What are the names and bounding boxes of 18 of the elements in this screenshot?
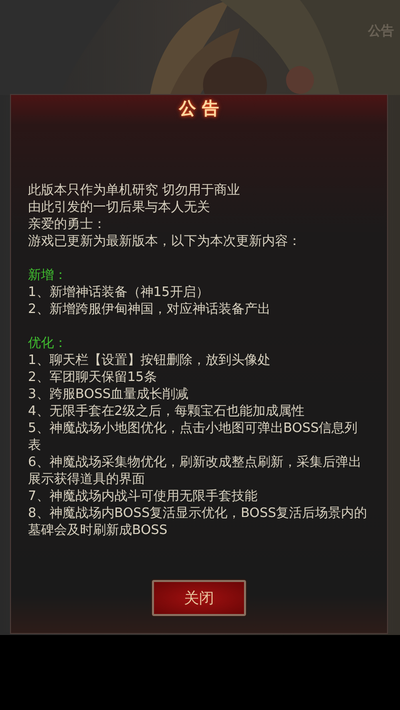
update-item: 2、新增跨服伊甸神国，对应神话装备产出 (28, 301, 272, 318)
update-item: 2、军团聊天保留15条 (28, 369, 158, 386)
notice-line: 此版本只作为单机研究 切勿用于商业 (28, 182, 242, 199)
update-item: 3、跨服BOSS血量成长削减 (28, 386, 190, 403)
section-heading: 优化： (28, 335, 68, 352)
update-item: 8、神魔战场内BOSS复活显示优化，BOSS复活后场景内的墓碑会及时刷新成BOSS (28, 505, 368, 539)
update-item: 1、新增神话装备（神15开启） (28, 284, 210, 301)
update-item: 7、神魔战场内战斗可使用无限手套技能 (28, 488, 258, 505)
close-button[interactable]: 关闭 (152, 580, 246, 616)
notice-line: 游戏已更新为最新版本，以下为本次更新内容： (28, 233, 302, 250)
notice-line: 亲爱的勇士： (28, 216, 107, 233)
notice-line: 由此引发的一切后果与本人无关 (28, 199, 211, 216)
update-item: 5、神魔战场小地图优化，点击小地图可弹出BOSS信息列表 (28, 420, 359, 454)
update-item: 6、神魔战场采集物优化，刷新改成整点刷新，采集后弹出展示获得道具的界面 (28, 454, 362, 488)
update-item: 4、无限手套在2级之后，每颗宝石也能加成属性 (28, 403, 306, 420)
section-heading: 新增： (28, 267, 68, 284)
update-item: 1、聊天栏【设置】按钮删除，放到头像处 (28, 352, 272, 369)
dialog-title: 公 告 (179, 98, 219, 120)
